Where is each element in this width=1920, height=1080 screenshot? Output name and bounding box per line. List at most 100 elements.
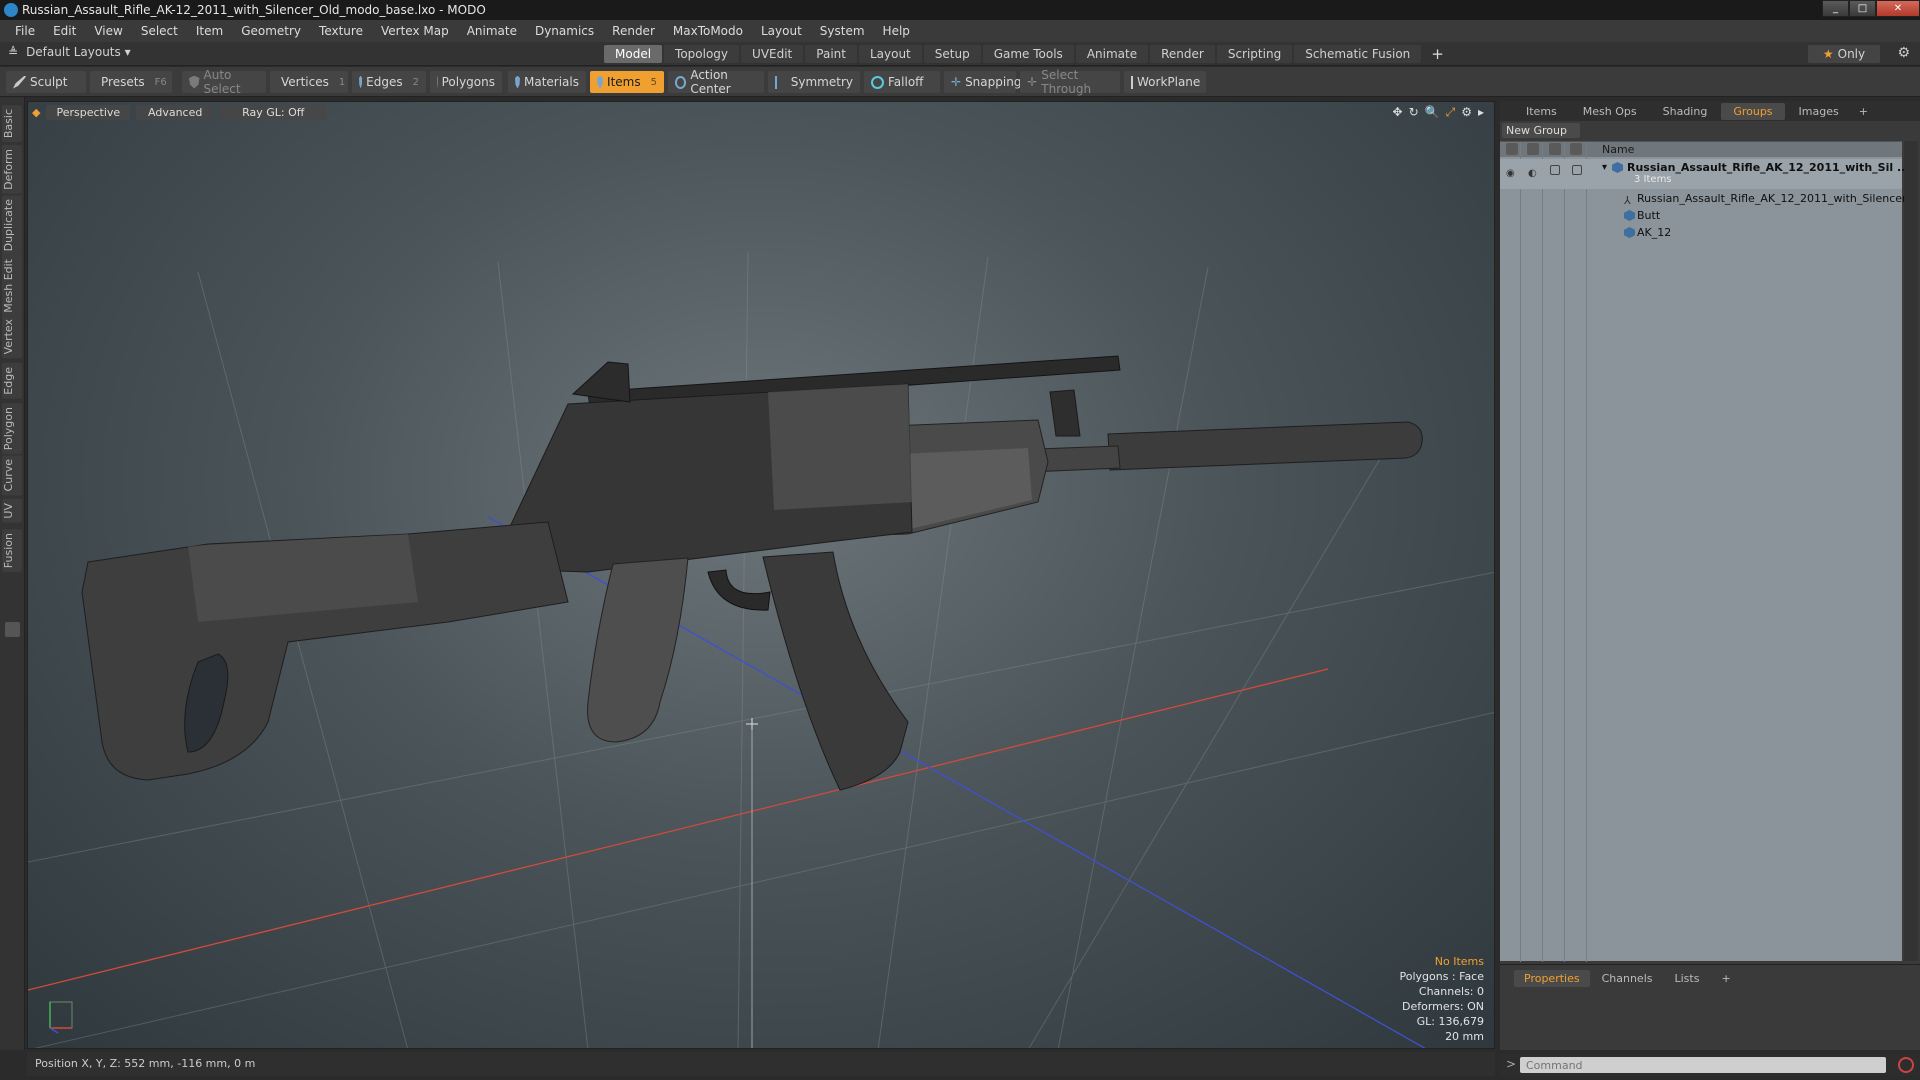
menu-select[interactable]: Select <box>132 24 187 38</box>
vtab-polygon[interactable]: Polygon <box>2 403 22 455</box>
menu-edit[interactable]: Edit <box>44 24 85 38</box>
menu-texture[interactable]: Texture <box>310 24 372 38</box>
tab-mesh-ops[interactable]: Mesh Ops <box>1571 103 1649 120</box>
tab-animate[interactable]: Animate <box>1075 45 1149 63</box>
tab-layout[interactable]: Layout <box>858 45 922 63</box>
vtab-deform[interactable]: Deform <box>2 145 22 194</box>
tab-schematic-fusion[interactable]: Schematic Fusion <box>1294 45 1422 63</box>
menu-help[interactable]: Help <box>874 24 919 38</box>
viewport-settings-icon[interactable]: ⚙ <box>1461 105 1472 120</box>
menu-maxtomodo[interactable]: MaxToModo <box>664 24 752 38</box>
move-view-icon[interactable]: ✥ <box>1393 105 1403 120</box>
maximize-button[interactable]: □ <box>1849 0 1876 17</box>
render-column-icon[interactable] <box>1527 143 1539 155</box>
rotate-view-icon[interactable]: ↻ <box>1409 105 1419 120</box>
vtab-curve[interactable]: Curve <box>2 455 22 496</box>
tab-groups[interactable]: Groups <box>1721 102 1785 120</box>
name-column-header[interactable]: Name <box>1602 142 1634 157</box>
tab-channels[interactable]: Channels <box>1592 970 1663 987</box>
select-toggle-icon[interactable] <box>1572 165 1582 175</box>
menu-render[interactable]: Render <box>603 24 664 38</box>
tab-images[interactable]: Images <box>1787 103 1851 120</box>
viewport-menu-icon[interactable]: ◆ <box>32 106 40 119</box>
tab-shading[interactable]: Shading <box>1651 103 1720 120</box>
minimize-button[interactable]: _ <box>1822 0 1849 17</box>
auto-select-button[interactable]: Auto Select <box>182 68 266 96</box>
tab-topology[interactable]: Topology <box>664 45 740 63</box>
select-through-button[interactable]: ✛ Select Through <box>1020 68 1120 96</box>
visibility-column-icon[interactable] <box>1506 143 1518 155</box>
falloff-button[interactable]: Falloff <box>864 71 940 93</box>
tab-paint[interactable]: Paint <box>805 45 857 63</box>
tab-scripting[interactable]: Scripting <box>1216 45 1293 63</box>
tab-game-tools[interactable]: Game Tools <box>982 45 1074 63</box>
menu-file[interactable]: File <box>6 24 44 38</box>
tab-render[interactable]: Render <box>1150 45 1215 63</box>
perspective-button[interactable]: Perspective <box>46 104 131 120</box>
tab-setup[interactable]: Setup <box>923 45 981 63</box>
command-prompt: > <box>1506 1057 1517 1071</box>
vertices-button[interactable]: Vertices 1 <box>270 71 348 93</box>
group-child-row[interactable]: Butt <box>1500 207 1902 224</box>
vtab-mesh-edit[interactable]: Mesh Edit <box>2 255 22 317</box>
group-child-row[interactable]: AK_12 <box>1500 224 1902 241</box>
menu-vertex-map[interactable]: Vertex Map <box>372 24 458 38</box>
viewport-expand-icon[interactable]: ▸ <box>1478 105 1484 120</box>
vtab-uv[interactable]: UV <box>2 499 22 523</box>
vtab-basic[interactable]: Basic <box>2 105 22 143</box>
expand-toggle-icon[interactable]: ▾ <box>1602 159 1607 176</box>
select-column-icon[interactable] <box>1570 143 1582 155</box>
items-button[interactable]: Items 5 <box>590 71 664 93</box>
menu-dynamics[interactable]: Dynamics <box>526 24 603 38</box>
groups-scrollbar[interactable] <box>1904 141 1918 961</box>
symmetry-button[interactable]: Symmetry <box>768 71 860 93</box>
command-input[interactable] <box>1520 1057 1886 1073</box>
vtab-duplicate[interactable]: Duplicate <box>2 195 22 256</box>
snapping-button[interactable]: ✛ Snapping <box>944 71 1021 93</box>
add-properties-tab-button[interactable]: + <box>1711 970 1740 987</box>
tab-items[interactable]: Items <box>1514 103 1569 120</box>
vtab-fusion[interactable]: Fusion <box>2 529 22 573</box>
sculpt-button[interactable]: Sculpt <box>6 71 86 93</box>
edges-button[interactable]: Edges 2 <box>352 71 426 93</box>
vtab-vertex[interactable]: Vertex <box>2 315 22 359</box>
presets-button[interactable]: Presets F6 <box>90 71 172 93</box>
close-button[interactable]: ✕ <box>1876 0 1920 17</box>
raygl-button[interactable]: Ray GL: Off <box>220 104 327 120</box>
menu-system[interactable]: System <box>811 24 874 38</box>
lock-column-icon[interactable] <box>1549 143 1561 155</box>
add-panel-tab-button[interactable]: + <box>1853 105 1874 118</box>
menu-layout[interactable]: Layout <box>752 24 811 38</box>
menu-item[interactable]: Item <box>187 24 232 38</box>
3d-viewport[interactable]: ◆ Perspective Advanced Ray GL: Off ✥ ↻ 🔍… <box>27 101 1495 1049</box>
polygons-button[interactable]: Polygons <box>430 71 502 93</box>
gear-icon[interactable]: ⚙ <box>1897 45 1910 61</box>
materials-button[interactable]: Materials <box>508 71 586 93</box>
tab-uvedit[interactable]: UVEdit <box>741 45 804 63</box>
menu-view[interactable]: View <box>85 24 131 38</box>
action-center-button[interactable]: Action Center <box>668 68 764 96</box>
menu-animate[interactable]: Animate <box>458 24 526 38</box>
new-group-button[interactable]: New Group <box>1502 123 1580 138</box>
tab-properties[interactable]: Properties <box>1514 969 1590 987</box>
group-row[interactable]: ◉ ◐ ▾ Russian_Assault_Rifle_AK_12_2011_w… <box>1500 159 1909 189</box>
menu-geometry[interactable]: Geometry <box>232 24 310 38</box>
stop-command-icon[interactable] <box>1898 1057 1914 1073</box>
eye-icon[interactable]: ◉ <box>1506 165 1515 182</box>
add-tab-button[interactable]: + <box>1423 45 1452 63</box>
render-toggle-icon[interactable]: ◐ <box>1528 165 1537 182</box>
snapping-label: Snapping <box>965 75 1022 89</box>
fit-view-icon[interactable]: ⤢ <box>1446 105 1456 120</box>
tab-lists[interactable]: Lists <box>1665 970 1710 987</box>
collapse-toggle[interactable] <box>5 622 20 637</box>
lock-toggle-icon[interactable] <box>1550 165 1560 175</box>
zoom-view-icon[interactable]: 🔍 <box>1425 105 1440 120</box>
layout-selector[interactable]: ≜ Default Layouts ▾ <box>8 45 131 59</box>
vtab-edge[interactable]: Edge <box>2 363 22 399</box>
action-center-label: Action Center <box>690 68 731 96</box>
only-button[interactable]: ★ Only <box>1808 45 1880 63</box>
workplane-button[interactable]: WorkPlane <box>1124 71 1206 93</box>
group-child-row[interactable]: ⅄ Russian_Assault_Rifle_AK_12_2011_with_… <box>1500 190 1920 207</box>
tab-model[interactable]: Model <box>604 45 663 63</box>
advanced-button[interactable]: Advanced <box>136 104 215 120</box>
